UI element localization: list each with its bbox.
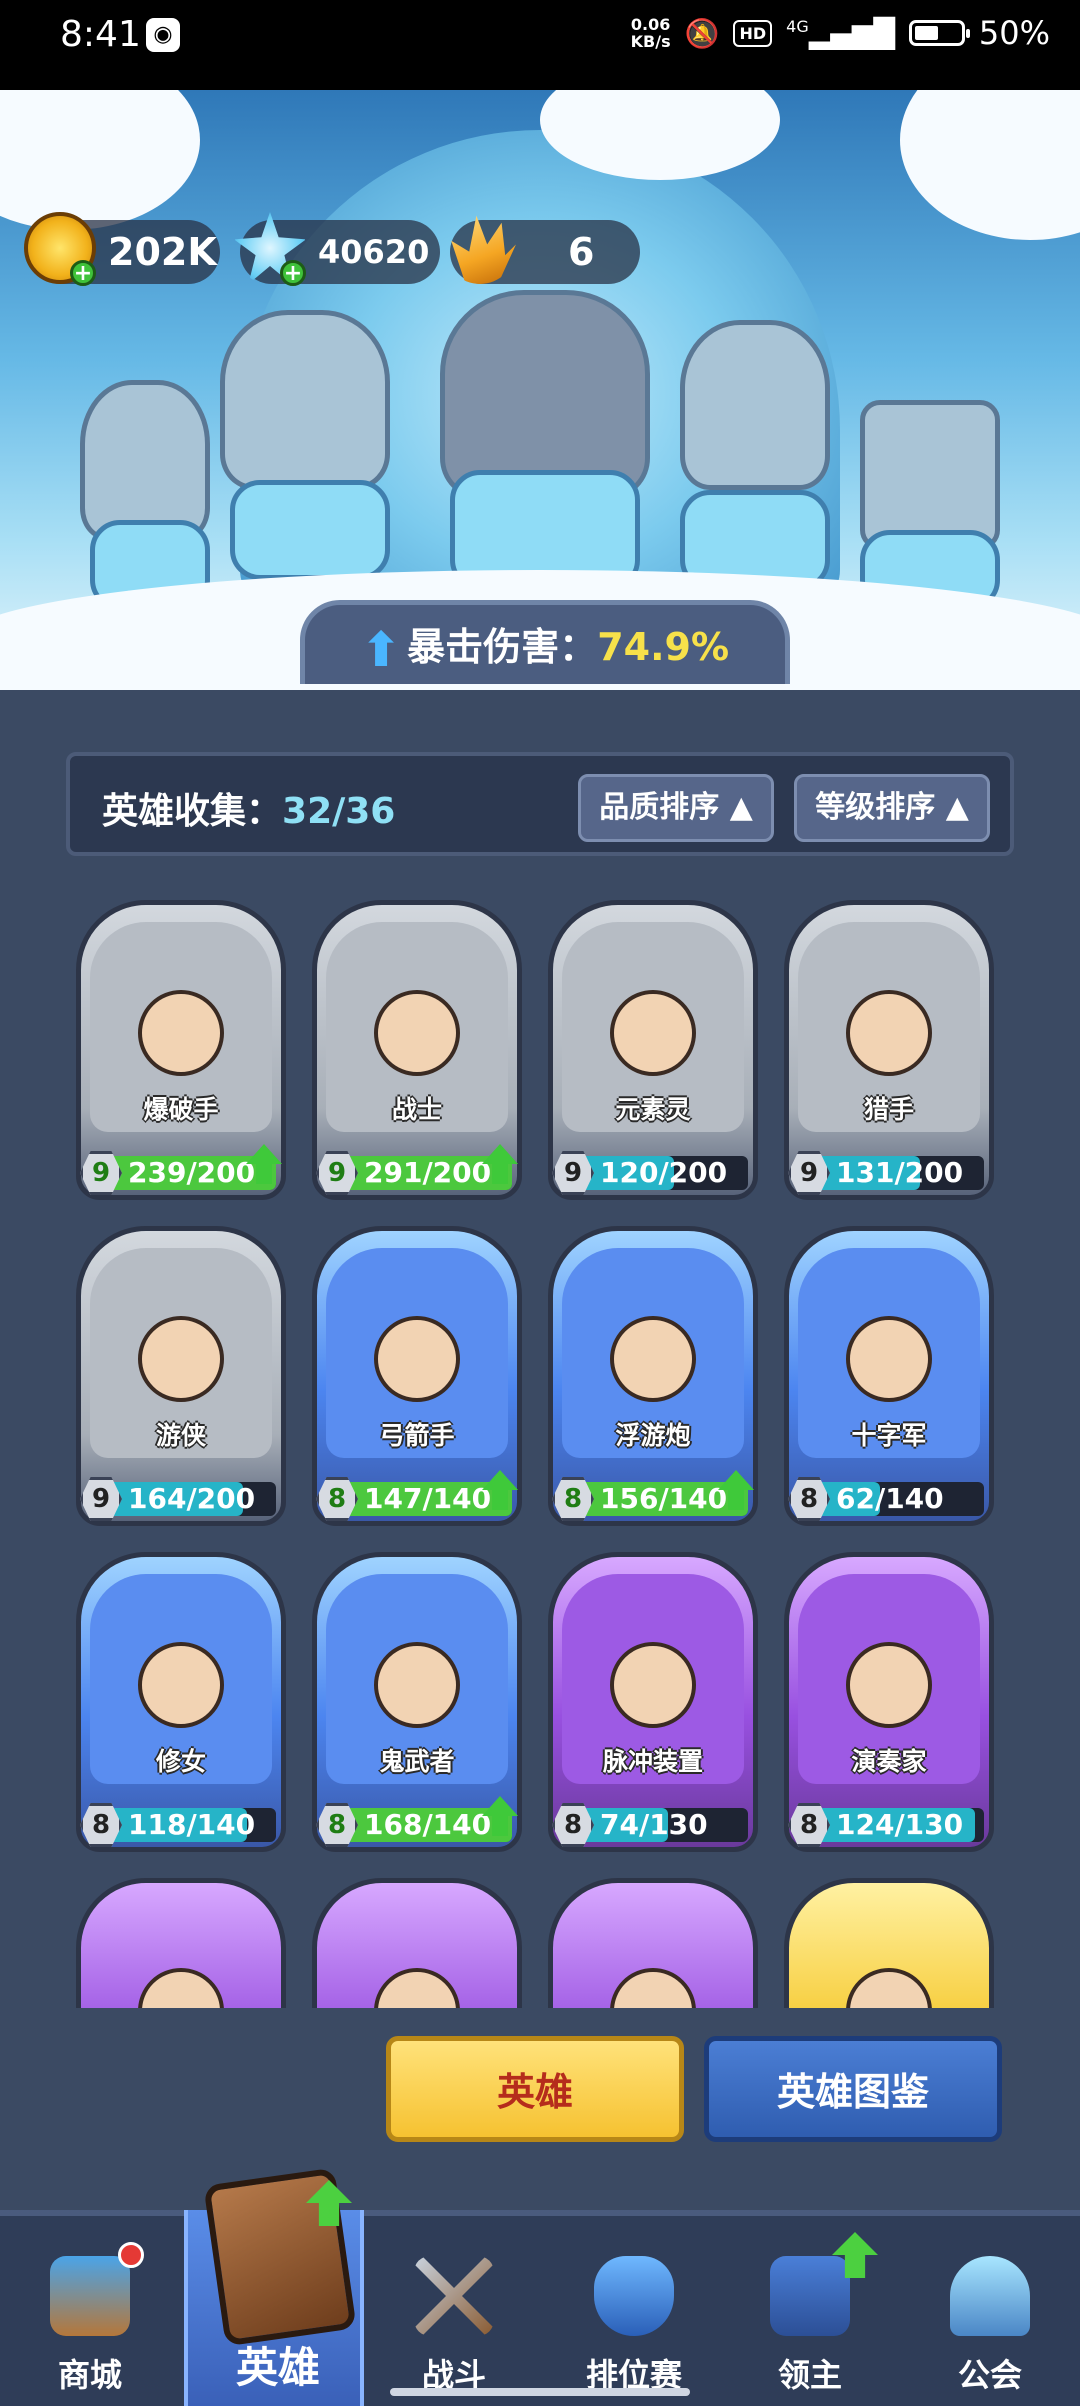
hero-card[interactable]: 十字军 8 62/140 <box>784 1226 994 1536</box>
add-gold-icon[interactable]: + <box>70 260 96 286</box>
sort-by-level-button[interactable]: 等级排序 ▲ <box>794 774 990 842</box>
crit-up-arrow-icon: ⬆ <box>360 621 402 678</box>
hero-name: 浮游炮 <box>615 1421 691 1450</box>
hero-card[interactable]: 爆破手 9 239/200 <box>76 900 286 1210</box>
signal-icon: 4G▂▄▆█ <box>786 16 895 50</box>
hero-codex-button[interactable]: 英雄图鉴 <box>704 2036 1002 2142</box>
hero-name: 爆破手 <box>143 1095 219 1124</box>
guild-castle-icon <box>950 2256 1030 2336</box>
hero-portrait-icon <box>374 1642 460 1728</box>
hero-card[interactable]: 鬼武者 8 168/140 <box>312 1552 522 1862</box>
collection-header: 英雄收集：32/36 品质排序 ▲ 等级排序 ▲ <box>66 752 1014 856</box>
crit-damage-banner: ⬆ 暴击伤害：74.9% <box>300 600 790 684</box>
hero-portrait-icon <box>138 990 224 1076</box>
hero-name: 脉冲装置 <box>602 1747 703 1776</box>
hero-card-partial[interactable] <box>76 1878 286 2008</box>
statue-griffin <box>220 310 390 490</box>
status-icons: 0.06 KB/s 🔕 HD 4G▂▄▆█ 50% <box>631 14 1050 52</box>
statue-dragon <box>440 290 650 500</box>
hero-name: 演奏家 <box>851 1747 927 1776</box>
hero-card-partial[interactable] <box>784 1878 994 2008</box>
crystal-counter: 6 <box>450 215 640 284</box>
nav-guild[interactable]: 公会 <box>900 2216 1080 2406</box>
hero-card[interactable]: 修女 8 118/140 <box>76 1552 286 1862</box>
collection-count: 32/36 <box>282 791 396 832</box>
shard-progress-text: 62/140 <box>836 1482 944 1515</box>
snow-clump <box>0 90 200 230</box>
hero-card[interactable]: 战士 9 291/200 <box>312 900 522 1210</box>
statue-hooded <box>680 320 830 490</box>
gold-counter[interactable]: + 202K <box>24 212 220 286</box>
battery-icon <box>908 20 970 46</box>
notification-dot <box>118 2242 144 2268</box>
nav-ranked[interactable]: 排位赛 <box>544 2216 724 2406</box>
status-time: 8:41 <box>60 14 141 55</box>
crit-damage-value: 74.9% <box>597 625 730 669</box>
hero-card[interactable]: 浮游炮 8 156/140 <box>548 1226 758 1536</box>
gem-counter[interactable]: + 40620 <box>234 212 440 286</box>
hero-card[interactable]: 猎手 9 131/200 <box>784 900 994 1210</box>
hero-portrait-icon <box>846 990 932 1076</box>
hero-name: 猎手 <box>863 1095 914 1124</box>
hero-portrait-icon <box>374 990 460 1076</box>
hero-card[interactable]: 演奏家 8 124/130 <box>784 1552 994 1862</box>
hero-name: 游侠 <box>155 1421 206 1450</box>
battery-percent: 50% <box>978 14 1050 52</box>
shard-progress-text: 124/130 <box>836 1808 964 1841</box>
shop-chest-icon <box>50 2256 130 2336</box>
hero-card-partial[interactable] <box>548 1878 758 2008</box>
shard-progress-text: 118/140 <box>128 1808 256 1841</box>
hero-card[interactable]: 弓箭手 8 147/140 <box>312 1226 522 1536</box>
qq-notification-icon: ◉ <box>146 18 180 52</box>
hero-collection-panel: 英雄收集：32/36 品质排序 ▲ 等级排序 ▲ 爆破手 9 239/200 战士 9 2… <box>0 690 1080 2210</box>
shard-progress-text: 120/200 <box>600 1156 728 1189</box>
nav-heroes[interactable]: 英雄 <box>184 2167 364 2406</box>
net-speed: 0.06 KB/s <box>630 15 671 51</box>
nav-shop[interactable]: 商城 <box>0 2216 180 2406</box>
hero-card[interactable]: 游侠 9 164/200 <box>76 1226 286 1536</box>
crossed-swords-icon <box>414 2256 494 2336</box>
hero-card-partial[interactable] <box>312 1878 522 2008</box>
hero-name: 鬼武者 <box>379 1747 455 1776</box>
add-gems-icon[interactable]: + <box>280 260 306 286</box>
hero-card[interactable]: 脉冲装置 8 74/130 <box>548 1552 758 1862</box>
hero-name: 修女 <box>155 1747 206 1776</box>
hero-portrait-icon <box>610 1316 696 1402</box>
sort-by-quality-button[interactable]: 品质排序 ▲ <box>578 774 774 842</box>
shard-progress-text: 74/130 <box>600 1808 708 1841</box>
status-bar: 8:41 ◉ 0.06 KB/s 🔕 HD 4G▂▄▆█ 50% <box>0 0 1080 90</box>
hero-portrait-icon <box>138 1642 224 1728</box>
heroes-tab-button[interactable]: 英雄 <box>386 2036 684 2142</box>
snow-clump <box>900 90 1080 240</box>
nav-lord[interactable]: 领主 <box>720 2216 900 2406</box>
mute-bell-icon: 🔕 <box>684 16 720 50</box>
bottom-nav: 商城 英雄 战斗 排位赛 领主 公会 <box>0 2167 1080 2406</box>
nav-battle[interactable]: 战斗 <box>364 2216 544 2406</box>
rank-shield-icon <box>594 2256 674 2336</box>
hero-name: 十字军 <box>851 1421 927 1450</box>
hero-name: 弓箭手 <box>379 1421 455 1450</box>
pedestal <box>230 480 390 580</box>
hero-portrait-icon <box>846 1316 932 1402</box>
hero-portrait-icon <box>138 1316 224 1402</box>
hero-portrait-icon <box>610 990 696 1076</box>
hd-icon: HD <box>733 19 773 47</box>
shard-progress-text: 131/200 <box>836 1156 964 1189</box>
hero-portrait-icon <box>846 1642 932 1728</box>
home-indicator[interactable] <box>390 2388 690 2396</box>
hero-name: 元素灵 <box>615 1095 691 1124</box>
hero-portrait-icon <box>610 1642 696 1728</box>
hero-name: 战士 <box>391 1095 442 1124</box>
collection-label: 英雄收集： <box>102 791 283 832</box>
hero-card[interactable]: 元素灵 9 120/200 <box>548 900 758 1210</box>
hero-portrait-icon <box>374 1316 460 1402</box>
shard-progress-text: 164/200 <box>128 1482 256 1515</box>
statue-left <box>80 380 210 540</box>
lord-banner-icon <box>770 2256 850 2336</box>
statue-robot <box>860 400 1000 550</box>
